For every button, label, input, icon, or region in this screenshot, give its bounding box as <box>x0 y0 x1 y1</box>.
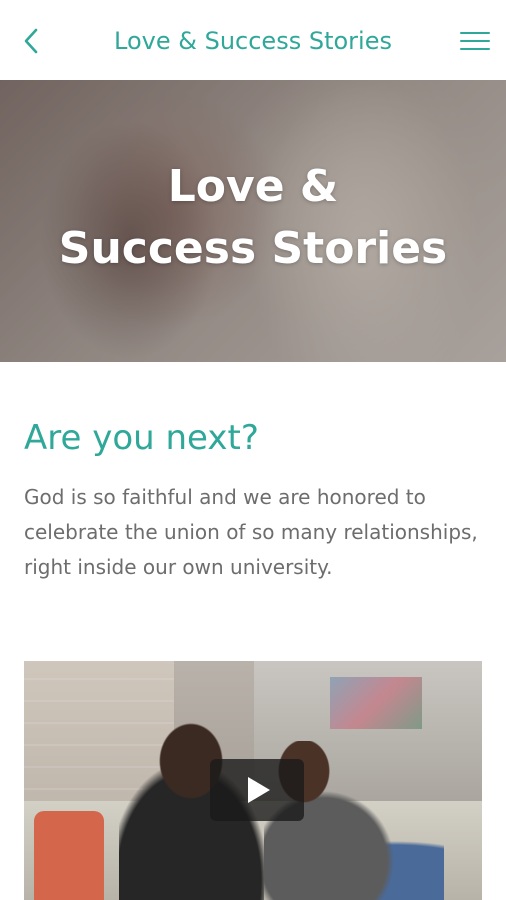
menu-button[interactable] <box>460 26 490 56</box>
back-button[interactable] <box>14 24 48 58</box>
section-heading: Are you next? <box>24 418 259 458</box>
main-content: Are you next? God is so faithful and we … <box>24 412 482 585</box>
play-button[interactable] <box>210 759 304 821</box>
chevron-left-icon <box>24 28 38 54</box>
hero-banner: Love & Success Stories <box>0 80 506 362</box>
page-title: Love & Success Stories <box>114 27 392 55</box>
play-icon <box>248 777 270 803</box>
hero-title-line: Love & <box>167 161 339 212</box>
hamburger-menu-icon <box>460 32 490 34</box>
hero-title: Love & Success Stories <box>0 156 506 280</box>
video-frame-chair <box>34 811 104 900</box>
video-frame-painting <box>330 677 422 729</box>
hero-title-line: Success Stories <box>58 223 448 274</box>
section-body-text: God is so faithful and we are honored to… <box>24 485 478 579</box>
app-header: Love & Success Stories <box>0 0 506 81</box>
video-player[interactable] <box>24 661 482 900</box>
